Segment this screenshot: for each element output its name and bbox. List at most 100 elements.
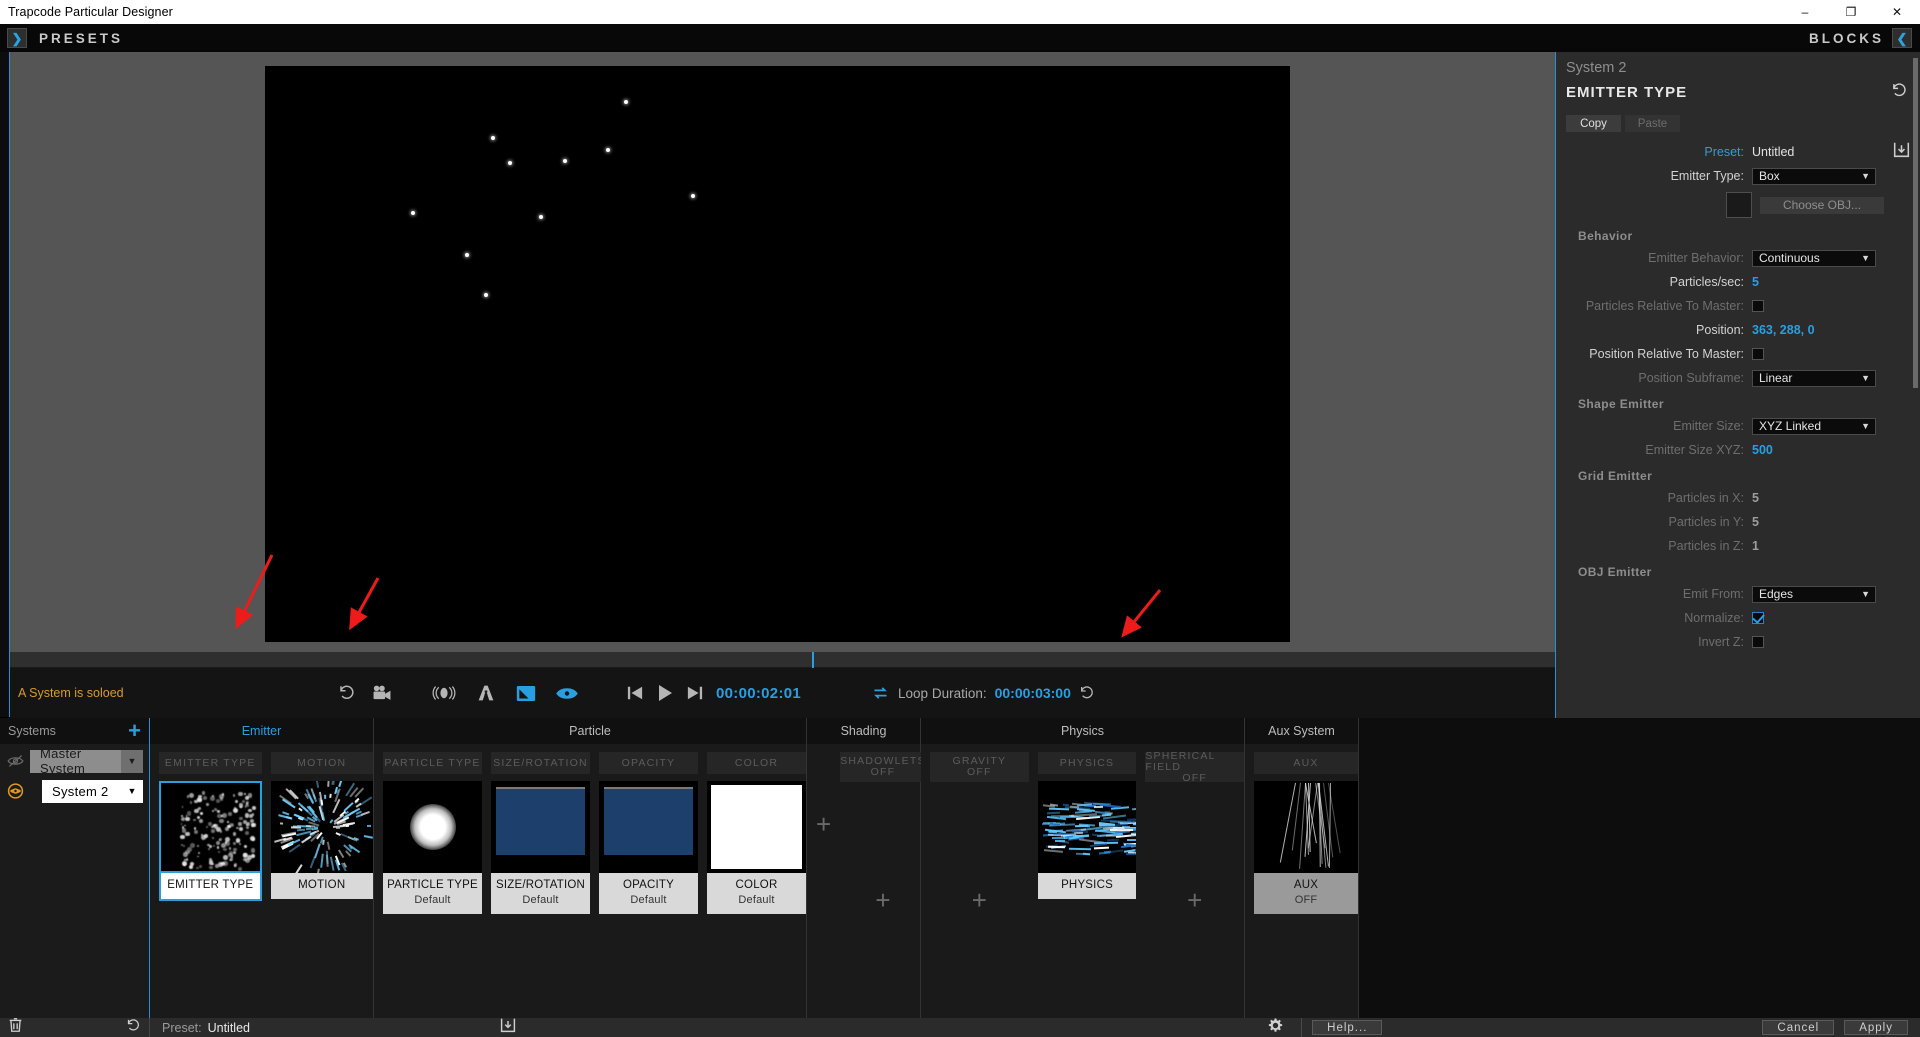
card-thumbnail[interactable]	[383, 781, 482, 873]
blocks-label[interactable]: BLOCKS	[1809, 31, 1884, 46]
card-label[interactable]: SIZE/ROTATIONDefault	[491, 873, 590, 914]
eye-icon[interactable]	[556, 685, 578, 702]
reset-icon[interactable]	[1891, 82, 1908, 103]
param-select-emitter-size[interactable]: XYZ Linked▼	[1752, 418, 1876, 435]
card-physics[interactable]: PHYSICSPHYSICS	[1038, 752, 1137, 1018]
param-select-position-subframe[interactable]: Linear▼	[1752, 370, 1876, 387]
add-system-button[interactable]: +	[128, 720, 141, 742]
card-label[interactable]: PARTICLE TYPEDefault	[383, 873, 482, 914]
loop-duration-value[interactable]: 00:00:03:00	[995, 685, 1071, 701]
reset-icon[interactable]	[126, 1018, 141, 1037]
param-select-emit-from[interactable]: Edges▼	[1752, 586, 1876, 603]
choose-obj-button[interactable]: Choose OBJ...	[1760, 197, 1884, 214]
timecode-display[interactable]: 00:00:02:01	[716, 685, 801, 702]
presets-label[interactable]: PRESETS	[39, 31, 123, 46]
camera-icon[interactable]	[372, 684, 392, 702]
playhead[interactable]	[812, 652, 814, 668]
preset-value[interactable]: Untitled	[1752, 145, 1794, 159]
card-label[interactable]: OPACITYDefault	[599, 873, 698, 914]
section-tab-physics[interactable]: Physics	[921, 718, 1244, 744]
section-tab-emitter[interactable]: Emitter	[150, 718, 373, 744]
card-label[interactable]: MOTION	[271, 873, 374, 899]
gear-icon[interactable]	[1268, 1018, 1283, 1037]
apply-button[interactable]: Apply	[1844, 1020, 1908, 1035]
param-value-emitter-size-xyz[interactable]: 500	[1752, 443, 1773, 457]
card-shadowlets-off[interactable]: SHADOWLETSOFF+	[840, 752, 926, 1018]
card-size-rotation[interactable]: SIZE/ROTATIONSIZE/ROTATIONDefault	[491, 752, 590, 1018]
chevron-down-icon[interactable]: ▼	[121, 750, 143, 773]
section-tab-shading[interactable]: Shading	[807, 718, 920, 744]
card-particle-type[interactable]: PARTICLE TYPEPARTICLE TYPEDefault	[383, 752, 482, 1018]
presets-rail[interactable]	[0, 52, 10, 717]
card-thumbnail[interactable]	[1254, 781, 1358, 873]
card-gravity-off[interactable]: GRAVITYOFF+	[930, 752, 1029, 1018]
obj-thumbnail-box[interactable]	[1726, 192, 1752, 218]
param-value-particles-in-y[interactable]: 5	[1752, 515, 1759, 529]
card-thumbnail[interactable]	[707, 781, 806, 873]
system-combo-system-2[interactable]: System 2 ▼	[42, 780, 143, 803]
chevron-down-icon[interactable]: ▼	[1861, 373, 1870, 383]
chevron-down-icon[interactable]: ▼	[1861, 589, 1870, 599]
loop-icon[interactable]	[871, 685, 890, 701]
chevron-down-icon[interactable]: ▼	[1861, 171, 1870, 181]
card-label[interactable]: COLORDefault	[707, 873, 806, 914]
copy-button[interactable]: Copy	[1566, 115, 1621, 132]
card-thumbnail[interactable]	[1038, 781, 1137, 873]
chevron-down-icon[interactable]: ▼	[1861, 253, 1870, 263]
card-thumbnail[interactable]	[159, 781, 262, 873]
bottom-preset-value[interactable]: Untitled	[208, 1021, 250, 1035]
loop-reset-icon[interactable]	[1079, 685, 1095, 701]
card-thumbnail[interactable]	[599, 781, 698, 873]
timeline-scrubber[interactable]	[10, 652, 1555, 668]
particle-preview-canvas[interactable]	[265, 66, 1290, 642]
skip-back-icon[interactable]	[626, 685, 644, 701]
param-checkbox-position-relative-to-master[interactable]	[1752, 348, 1764, 360]
depth-of-field-icon[interactable]	[476, 684, 496, 702]
card-opacity[interactable]: OPACITYOPACITYDefault	[599, 752, 698, 1018]
param-scrollbar[interactable]	[1913, 58, 1918, 388]
card-label[interactable]: AUXOFF	[1254, 873, 1358, 914]
add-block-button[interactable]: +	[1145, 782, 1244, 1018]
trash-icon[interactable]	[8, 1017, 23, 1037]
close-button[interactable]: ✕	[1874, 0, 1920, 24]
card-aux[interactable]: AUXAUXOFF	[1254, 752, 1358, 1018]
eye-on-icon[interactable]	[4, 783, 26, 799]
add-shading-block-button[interactable]: +	[816, 774, 831, 874]
bounds-icon[interactable]	[516, 685, 536, 702]
card-motion[interactable]: MOTIONMOTION	[271, 752, 374, 1018]
add-block-button[interactable]: +	[930, 782, 1029, 1018]
eye-off-icon[interactable]	[4, 754, 26, 768]
param-select-emitter-behavior[interactable]: Continuous▼	[1752, 250, 1876, 267]
param-checkbox-normalize[interactable]	[1752, 612, 1764, 624]
section-tab-aux-system[interactable]: Aux System	[1245, 718, 1358, 744]
skip-forward-icon[interactable]	[686, 685, 704, 701]
param-value-particles-sec[interactable]: 5	[1752, 275, 1759, 289]
param-value-particles-in-x[interactable]: 5	[1752, 491, 1759, 505]
param-checkbox-particles-relative-to-master[interactable]	[1752, 300, 1764, 312]
card-thumbnail[interactable]	[491, 781, 590, 873]
chevron-left-icon[interactable]: ❮	[1892, 28, 1912, 48]
card-spherical-field-off[interactable]: SPHERICAL FIELDOFF+	[1145, 752, 1244, 1018]
card-emitter-type[interactable]: EMITTER TYPEEMITTER TYPE	[159, 752, 262, 1018]
save-icon[interactable]	[500, 1017, 516, 1037]
reset-icon[interactable]	[338, 684, 356, 702]
cancel-button[interactable]: Cancel	[1762, 1020, 1834, 1035]
param-checkbox-invert-z[interactable]	[1752, 636, 1764, 648]
help-button[interactable]: Help...	[1312, 1020, 1382, 1035]
motion-blur-icon[interactable]	[432, 684, 456, 702]
param-value-position[interactable]: 363, 288, 0	[1752, 323, 1815, 337]
param-value-particles-in-z[interactable]: 1	[1752, 539, 1759, 553]
card-color[interactable]: COLORCOLORDefault	[707, 752, 806, 1018]
chevron-right-icon[interactable]: ❯	[7, 28, 27, 48]
system-combo-master[interactable]: Master System ▼	[30, 750, 143, 773]
maximize-button[interactable]: ❐	[1828, 0, 1874, 24]
save-icon[interactable]	[1893, 141, 1910, 163]
chevron-down-icon[interactable]: ▼	[1861, 421, 1870, 431]
play-icon[interactable]	[656, 684, 674, 702]
minimize-button[interactable]: –	[1782, 0, 1828, 24]
card-label[interactable]: EMITTER TYPE	[159, 873, 262, 901]
card-label[interactable]: PHYSICS	[1038, 873, 1137, 899]
add-block-button[interactable]: +	[840, 782, 926, 1018]
card-thumbnail[interactable]	[271, 781, 374, 873]
param-select-emitter-type[interactable]: Box▼	[1752, 168, 1876, 185]
